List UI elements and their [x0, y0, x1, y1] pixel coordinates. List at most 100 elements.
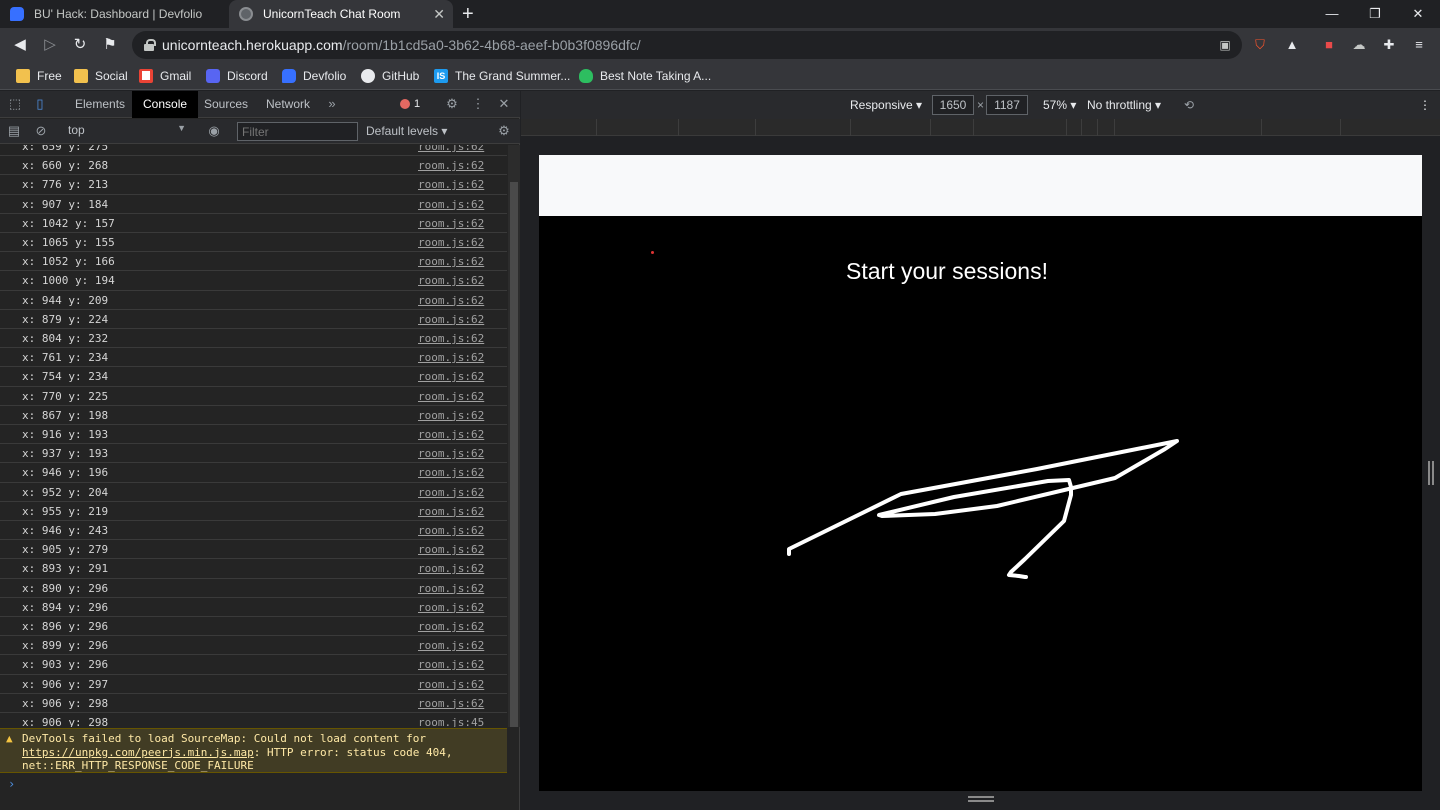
devtools-tabbar: ⬚ ▯ Elements Console Sources Network » 1… [0, 91, 520, 118]
console-log-row: x: 761 y: 234 room.js:62 [0, 348, 507, 368]
log-source-link[interactable]: room.js:62 [418, 236, 484, 249]
log-source-link[interactable]: room.js:62 [418, 562, 484, 575]
bookmark-gmail[interactable]: Gmail [139, 67, 191, 85]
reload-icon[interactable]: ↻ [69, 34, 91, 56]
globe-icon [239, 7, 253, 21]
bookmark-free[interactable]: Free [16, 67, 62, 85]
console-settings-icon[interactable]: ⚙ [496, 123, 512, 139]
forward-icon[interactable]: ▷ [39, 34, 61, 56]
log-source-link[interactable]: room.js:62 [418, 198, 484, 211]
cloud-extension-icon[interactable]: ☁ [1350, 36, 1368, 54]
bookmark-note-taking[interactable]: Best Note Taking A... [579, 67, 711, 85]
scrollbar-thumb[interactable] [510, 182, 518, 727]
log-source-link[interactable]: room.js:62 [418, 159, 484, 172]
kebab-menu-icon[interactable]: ⋮ [470, 96, 486, 112]
log-source-link[interactable]: room.js:62 [418, 178, 484, 191]
width-input[interactable]: 1650 [932, 95, 974, 115]
log-message: x: 893 y: 291 [22, 562, 109, 576]
whiteboard-canvas[interactable] [539, 216, 1422, 791]
device-toggle-icon[interactable]: ▯ [32, 96, 48, 112]
bookmark-grand-summer[interactable]: IS The Grand Summer... [434, 67, 570, 85]
log-source-link[interactable]: room.js:62 [418, 428, 484, 441]
log-source-link[interactable]: room.js:62 [418, 145, 484, 153]
log-source-link[interactable]: room.js:62 [418, 620, 484, 633]
camera-blocked-icon[interactable]: ▣ [1217, 37, 1233, 53]
log-source-link[interactable]: room.js:62 [418, 447, 484, 460]
device-select[interactable]: Responsive ▾ [850, 98, 922, 112]
log-levels-select[interactable]: Default levels ▾ [366, 124, 447, 138]
log-source-link[interactable]: room.js:62 [418, 678, 484, 691]
log-source-link[interactable]: room.js:62 [418, 505, 484, 518]
bookmark-icon[interactable]: ⚑ [99, 34, 121, 56]
log-source-link[interactable]: room.js:62 [418, 274, 484, 287]
log-source-link[interactable]: room.js:62 [418, 601, 484, 614]
settings-gear-icon[interactable]: ⚙ [444, 96, 460, 112]
height-input[interactable]: 1187 [986, 95, 1028, 115]
extensions-puzzle-icon[interactable]: ✚ [1380, 36, 1398, 54]
back-icon[interactable]: ◀ [9, 34, 31, 56]
log-source-link[interactable]: room.js:62 [418, 543, 484, 556]
log-source-link[interactable]: room.js:45 [418, 716, 484, 727]
zoom-select[interactable]: 57% ▾ [1043, 98, 1076, 112]
console-log-row: x: 879 y: 224 room.js:62 [0, 310, 507, 329]
log-source-link[interactable]: room.js:62 [418, 582, 484, 595]
tab-console[interactable]: Console [132, 91, 199, 118]
rotate-icon[interactable]: ⟲ [1184, 98, 1194, 112]
clear-console-icon[interactable]: ⊘ [33, 123, 49, 139]
console-log-row: x: 906 y: 298 room.js:45 [0, 713, 507, 727]
eye-icon[interactable]: ◉ [206, 123, 222, 139]
resize-handle-bottom[interactable] [968, 796, 994, 802]
close-window-icon[interactable]: ✕ [1396, 0, 1440, 28]
device-options-icon[interactable]: ⋮ [1419, 98, 1431, 112]
lock-extension-icon[interactable]: ■ [1320, 36, 1338, 54]
log-source-link[interactable]: room.js:62 [418, 658, 484, 671]
tab-sources[interactable]: Sources [193, 91, 259, 118]
log-source-link[interactable]: room.js:62 [418, 639, 484, 652]
log-source-link[interactable]: room.js:62 [418, 351, 484, 364]
log-source-link[interactable]: room.js:62 [418, 390, 484, 403]
tab-unicornteach[interactable]: UnicornTeach Chat Room ✕ [229, 0, 453, 28]
log-message: x: 1065 y: 155 [22, 236, 115, 249]
close-tab-icon[interactable]: ✕ [433, 6, 445, 22]
log-source-link[interactable]: room.js:62 [418, 524, 484, 537]
log-source-link[interactable]: room.js:62 [418, 697, 484, 710]
log-source-link[interactable]: room.js:62 [418, 217, 484, 230]
log-source-link[interactable]: room.js:62 [418, 466, 484, 479]
throttle-select[interactable]: No throttling ▾ [1087, 98, 1161, 112]
log-source-link[interactable]: room.js:62 [418, 294, 484, 307]
tab-elements[interactable]: Elements [64, 91, 136, 118]
tab-devfolio[interactable]: BU' Hack: Dashboard | Devfolio [0, 0, 228, 28]
console-scrollbar[interactable] [508, 145, 520, 727]
resize-handle-right[interactable] [1428, 461, 1434, 485]
log-source-link[interactable]: room.js:62 [418, 486, 484, 499]
brave-rewards-icon[interactable]: ▲ [1283, 36, 1301, 54]
tab-network[interactable]: Network [255, 91, 321, 118]
log-source-link[interactable]: room.js:62 [418, 313, 484, 326]
restore-icon[interactable]: ❐ [1353, 0, 1397, 28]
more-tabs-icon[interactable]: » [324, 96, 340, 112]
sourcemap-link[interactable]: https://unpkg.com/peerjs.min.js.map [22, 746, 254, 759]
address-bar[interactable]: unicornteach.herokuapp.com/room/1b1cd5a0… [132, 31, 1242, 59]
minimize-icon[interactable]: — [1310, 0, 1354, 28]
log-source-link[interactable]: room.js:62 [418, 370, 484, 383]
new-tab-button[interactable]: + [462, 3, 474, 25]
filter-input[interactable] [237, 122, 358, 141]
sidebar-toggle-icon[interactable]: ▤ [6, 123, 22, 139]
bookmark-github[interactable]: GitHub [361, 67, 419, 85]
bookmark-devfolio[interactable]: Devfolio [282, 67, 346, 85]
inspect-element-icon[interactable]: ⬚ [7, 96, 23, 112]
bookmark-social[interactable]: Social [74, 67, 128, 85]
menu-icon[interactable]: ≡ [1410, 36, 1428, 54]
error-count-badge[interactable]: 1 [400, 98, 420, 110]
context-select[interactable]: top ▼ [60, 123, 190, 140]
console-filter-bar: ▤ ⊘ top ▼ ◉ Default levels ▾ ⚙ [0, 119, 520, 144]
log-source-link[interactable]: room.js:62 [418, 255, 484, 268]
log-message: x: 946 y: 196 [22, 466, 109, 480]
log-source-link[interactable]: room.js:62 [418, 409, 484, 422]
device-emulation-area: Responsive ▾ 1650 × 1187 57% ▾ No thrott… [521, 91, 1440, 810]
console-prompt[interactable]: › [8, 777, 15, 791]
close-devtools-icon[interactable]: ✕ [496, 96, 512, 112]
bookmark-discord[interactable]: Discord [206, 67, 268, 85]
brave-shield-icon[interactable]: ⛉ [1251, 36, 1269, 54]
log-source-link[interactable]: room.js:62 [418, 332, 484, 345]
